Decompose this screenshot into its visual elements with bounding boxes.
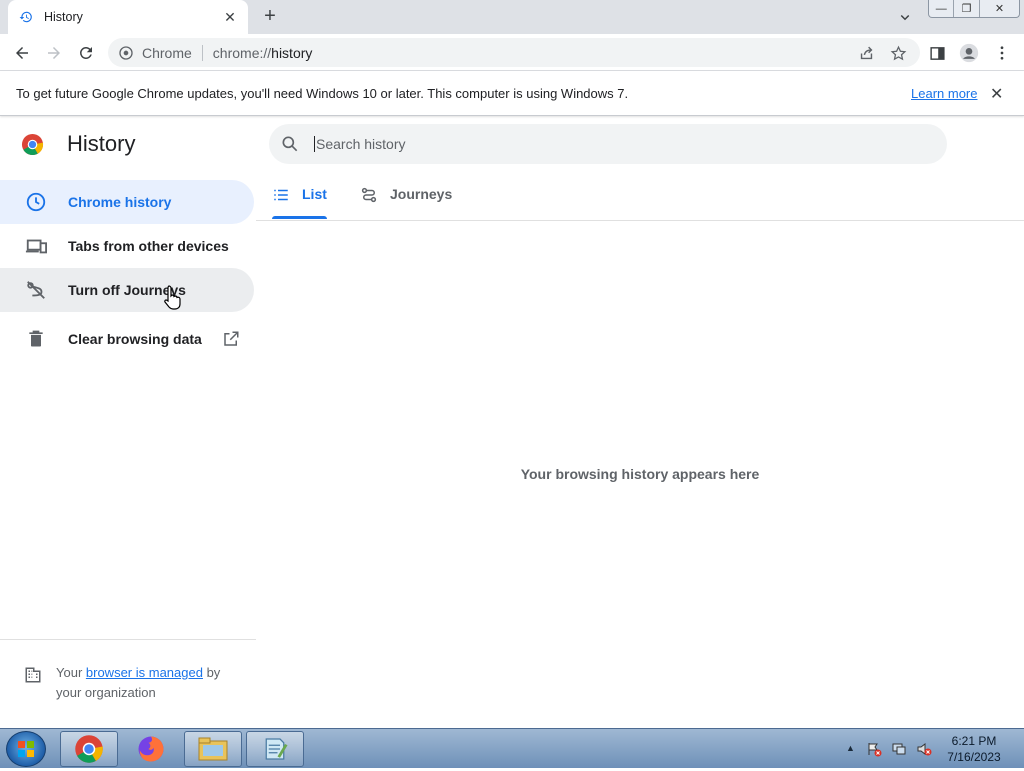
page-title: History <box>67 131 136 156</box>
sidebar-item-tabs-other-devices[interactable]: Tabs from other devices <box>0 224 254 268</box>
firefox-icon <box>138 736 164 762</box>
menu-button[interactable] <box>991 42 1013 64</box>
taskbar-chrome[interactable] <box>60 731 118 767</box>
network-icon[interactable] <box>891 741 907 757</box>
tab-close-button[interactable]: ✕ <box>222 9 238 26</box>
selected-tab-underline <box>272 216 327 219</box>
close-window-button[interactable]: ✕ <box>980 0 1019 17</box>
url-prefix: chrome:// <box>212 44 272 61</box>
tab-journeys[interactable]: Journeys <box>360 183 452 220</box>
browser-toolbar: Chrome chrome://history <box>0 34 1024 71</box>
journeys-icon <box>361 187 377 203</box>
search-history-field[interactable]: Search history <box>269 124 947 164</box>
reload-button[interactable] <box>75 42 97 64</box>
start-button[interactable] <box>6 731 46 767</box>
sidebar-item-label: Clear browsing data <box>68 331 202 347</box>
clock-time: 6:21 PM <box>951 734 997 748</box>
window-controls: — ❐ ✕ <box>928 0 1020 18</box>
open-in-new-icon <box>222 330 240 348</box>
forward-arrow-icon <box>48 47 60 59</box>
hand-cursor-icon <box>164 285 181 310</box>
back-button[interactable] <box>11 42 33 64</box>
sidebar-item-turn-off-journeys[interactable]: Turn off Journeys <box>0 268 254 312</box>
journeys-off-icon <box>24 278 48 302</box>
managed-text: Your browser is managed by your organiza… <box>56 663 246 703</box>
action-center-flag-icon[interactable] <box>866 741 882 757</box>
empty-history-message: Your browsing history appears here <box>520 466 760 482</box>
star-icon <box>890 45 906 60</box>
chrome-logo-icon <box>21 133 44 156</box>
tab-title: History <box>44 10 83 24</box>
taskbar-firefox[interactable] <box>122 731 180 767</box>
back-arrow-icon <box>16 47 28 59</box>
profile-button[interactable] <box>958 42 980 64</box>
tab-label: List <box>302 186 327 202</box>
volume-muted-icon[interactable] <box>916 741 932 757</box>
taskbar-explorer[interactable] <box>184 731 242 767</box>
tab-list[interactable]: List <box>272 183 327 220</box>
list-icon <box>274 189 288 201</box>
explorer-folder-icon <box>198 737 228 761</box>
update-infobar: To get future Google Chrome updates, you… <box>0 71 1024 116</box>
sidebar-item-label: Chrome history <box>68 194 172 210</box>
infobar-close-button[interactable]: ✕ <box>990 84 1003 104</box>
learn-more-link[interactable]: Learn more <box>911 86 977 101</box>
share-button[interactable] <box>855 42 877 64</box>
browser-managed-link[interactable]: browser is managed <box>86 665 203 680</box>
address-bar[interactable]: Chrome chrome://history <box>108 38 920 67</box>
infobar-message: To get future Google Chrome updates, you… <box>16 86 629 101</box>
sidebar-item-clear-browsing-data[interactable]: Clear browsing data <box>0 317 254 361</box>
building-icon <box>25 667 41 683</box>
share-icon <box>860 46 872 59</box>
avatar-icon <box>959 43 979 63</box>
browser-tab-history[interactable]: History ✕ <box>8 0 248 34</box>
reload-icon <box>80 46 92 59</box>
chrome-icon <box>75 735 103 763</box>
bookmark-button[interactable] <box>887 42 909 64</box>
clock-date: 7/16/2023 <box>947 750 1001 764</box>
forward-button[interactable] <box>43 42 65 64</box>
show-hidden-icons-button[interactable]: ▲ <box>846 743 855 753</box>
tab-label: Journeys <box>390 186 453 202</box>
sidebar-divider <box>0 639 256 640</box>
sidebar-item-chrome-history[interactable]: Chrome history <box>0 180 254 224</box>
restore-button[interactable]: ❐ <box>954 0 980 17</box>
side-panel-button[interactable] <box>926 42 948 64</box>
more-vert-icon <box>1000 46 1004 60</box>
side-panel-icon <box>929 46 945 60</box>
sidebar-item-label: Tabs from other devices <box>68 238 229 254</box>
tab-search-chevron-icon[interactable] <box>896 8 914 26</box>
new-tab-button[interactable]: + <box>258 6 282 28</box>
managed-prefix: Your <box>56 665 86 680</box>
devices-icon <box>24 234 48 258</box>
text-caret <box>314 136 315 152</box>
url-host: history <box>271 44 313 61</box>
omnibox-divider <box>201 44 203 61</box>
clock-icon <box>24 190 48 214</box>
search-placeholder: Search history <box>316 136 406 152</box>
search-icon <box>282 136 298 152</box>
windows-logo-icon <box>18 741 34 757</box>
taskbar-notepad[interactable] <box>246 731 304 767</box>
omnibox-url[interactable]: chrome://history <box>213 45 313 61</box>
minimize-button[interactable]: — <box>929 0 955 17</box>
system-clock[interactable]: 6:21 PM 7/16/2023 <box>940 733 1008 765</box>
chrome-site-icon <box>119 45 133 60</box>
omnibox-scheme-label: Chrome <box>142 44 192 61</box>
tab-strip: History ✕ + — ❐ ✕ <box>0 0 1024 34</box>
trash-icon <box>24 327 48 351</box>
notepad-icon <box>265 738 288 760</box>
windows-taskbar: ▲ 6:21 PM 7/16/2023 <box>0 728 1024 768</box>
tabs-divider <box>256 220 1024 221</box>
history-favicon-icon <box>18 9 34 25</box>
